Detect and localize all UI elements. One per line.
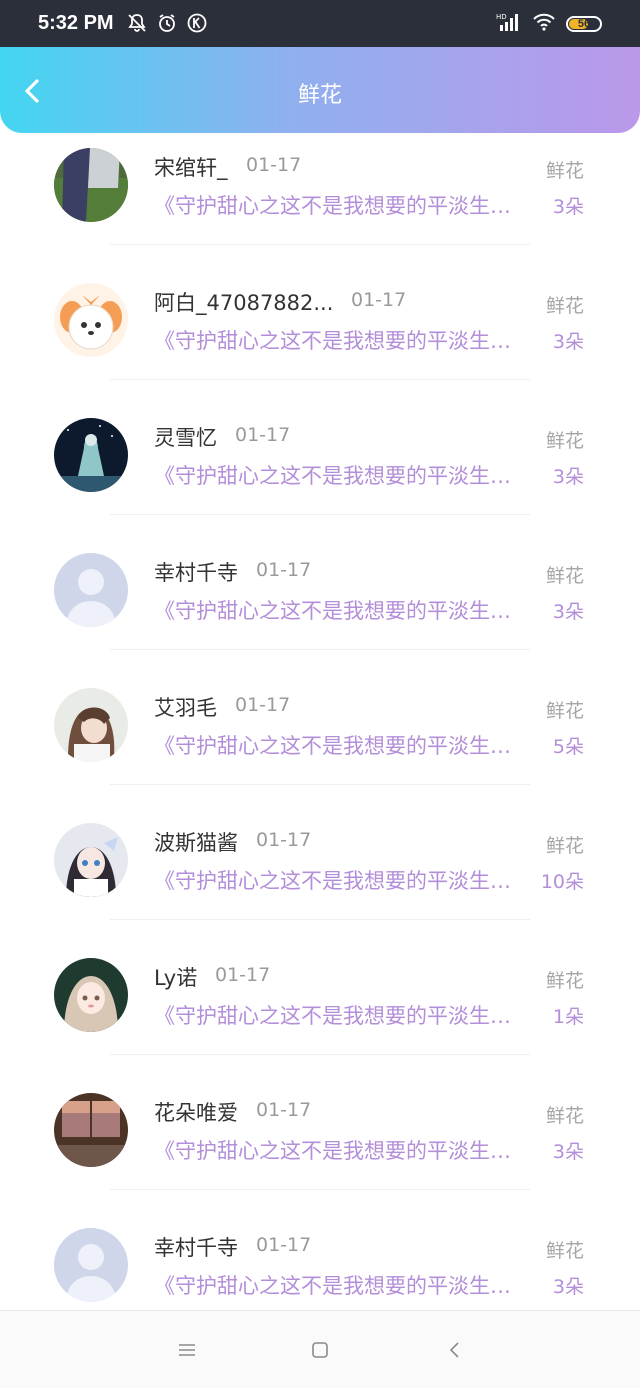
date: 01-17 [256, 1234, 312, 1256]
menu-button[interactable] [172, 1335, 202, 1365]
avatar[interactable] [54, 148, 128, 222]
username: 宋绾轩_ [154, 156, 228, 180]
home-icon [312, 1342, 328, 1358]
book-title-link[interactable]: 《守护甜心之这不是我想要的平淡生活》 [154, 1000, 529, 1030]
date: 01-17 [256, 1099, 312, 1121]
hd-signal-icon: HD [496, 12, 522, 36]
gift-count: 3朵 [552, 466, 584, 488]
list-item[interactable]: Ly诺 01-17 《守护甜心之这不是我想要的平淡生活》 鲜花 1朵 [0, 938, 640, 1073]
divider [110, 514, 530, 515]
bell-off-icon [126, 12, 148, 34]
divider [110, 919, 530, 920]
nav-back-button[interactable] [440, 1335, 470, 1365]
battery-icon: 56 [566, 16, 602, 32]
flower-list: 宋绾轩_ 01-17 《守护甜心之这不是我想要的平淡生活》 鲜花 3朵 阿白_470878… [0, 133, 640, 1310]
gift-type: 鲜花 [545, 1240, 584, 1262]
avatar[interactable] [54, 418, 128, 492]
gift-type: 鲜花 [545, 565, 584, 587]
date: 01-17 [351, 289, 407, 311]
avatar[interactable] [54, 1228, 128, 1302]
status-icons-left [126, 12, 208, 34]
gift-count: 5朵 [552, 736, 584, 758]
date: 01-17 [256, 829, 312, 851]
avatar[interactable] [54, 688, 128, 762]
date: 01-17 [235, 694, 291, 716]
username: 艾羽毛 [154, 696, 217, 720]
list-item[interactable]: 幸村千寺 01-17 《守护甜心之这不是我想要的平淡生活》 鲜花 3朵 [0, 533, 640, 668]
book-title-link[interactable]: 《守护甜心之这不是我想要的平淡生活》 [154, 730, 529, 760]
page-title: 鲜花 [297, 83, 342, 108]
date: 01-17 [246, 154, 302, 176]
book-title-link[interactable]: 《守护甜心之这不是我想要的平淡生活》 [154, 460, 529, 490]
list-item[interactable]: 灵雪忆 01-17 《守护甜心之这不是我想要的平淡生活》 鲜花 3朵 [0, 398, 640, 533]
username: 灵雪忆 [154, 426, 217, 450]
book-title-link[interactable]: 《守护甜心之这不是我想要的平淡生活》 [154, 595, 529, 625]
home-button[interactable] [305, 1335, 335, 1365]
list-item[interactable]: 幸村千寺 01-17 《守护甜心之这不是我想要的平淡生活》 鲜花 3朵 [0, 1208, 640, 1310]
gift-count: 3朵 [552, 331, 584, 353]
divider [110, 244, 530, 245]
gift-type: 鲜花 [545, 160, 584, 182]
list-item[interactable]: 艾羽毛 01-17 《守护甜心之这不是我想要的平淡生活》 鲜花 5朵 [0, 668, 640, 803]
date: 01-17 [215, 964, 271, 986]
status-time: 5:32 PM [38, 12, 114, 34]
list-item[interactable]: 宋绾轩_ 01-17 《守护甜心之这不是我想要的平淡生活》 鲜花 3朵 [0, 133, 640, 263]
gift-count: 3朵 [552, 601, 584, 623]
menu-icon [179, 1344, 195, 1356]
list-item[interactable]: 花朵唯爱 01-17 《守护甜心之这不是我想要的平淡生活》 鲜花 3朵 [0, 1073, 640, 1208]
username: 波斯猫酱 [154, 831, 238, 855]
date: 01-17 [235, 424, 291, 446]
username: 阿白_47087882... [154, 291, 334, 315]
gift-type: 鲜花 [545, 970, 584, 992]
book-title-link[interactable]: 《守护甜心之这不是我想要的平淡生活》 [154, 865, 529, 895]
status-icons-right: HD 56 [496, 12, 602, 36]
book-title-link[interactable]: 《守护甜心之这不是我想要的平淡生活》 [154, 325, 529, 355]
divider [110, 379, 530, 380]
username: 花朵唯爱 [154, 1101, 238, 1125]
username: Ly诺 [154, 966, 198, 990]
divider [110, 649, 530, 650]
status-bar: 5:32 PM HD 56 [0, 0, 640, 47]
header: 鲜花 [0, 47, 640, 133]
gift-count: 3朵 [552, 1276, 584, 1298]
gift-type: 鲜花 [545, 835, 584, 857]
svg-text:HD: HD [496, 13, 507, 21]
username: 幸村千寺 [154, 1236, 238, 1260]
username: 幸村千寺 [154, 561, 238, 585]
avatar[interactable] [54, 823, 128, 897]
avatar[interactable] [54, 553, 128, 627]
gift-type: 鲜花 [545, 295, 584, 317]
date: 01-17 [256, 559, 312, 581]
divider [110, 1189, 530, 1190]
book-title-link[interactable]: 《守护甜心之这不是我想要的平淡生活》 [154, 1135, 529, 1165]
avatar[interactable] [54, 1093, 128, 1167]
wifi-icon [532, 12, 556, 36]
avatar[interactable] [54, 958, 128, 1032]
list-item[interactable]: 波斯猫酱 01-17 《守护甜心之这不是我想要的平淡生活》 鲜花 10朵 [0, 803, 640, 938]
gift-count: 10朵 [540, 871, 584, 893]
list-item[interactable]: 阿白_47087882... 01-17 《守护甜心之这不是我想要的平淡生活》 鲜花 3… [0, 263, 640, 398]
gift-type: 鲜花 [545, 700, 584, 722]
divider [110, 1054, 530, 1055]
gift-count: 1朵 [552, 1006, 584, 1028]
book-title-link[interactable]: 《守护甜心之这不是我想要的平淡生活》 [154, 1270, 529, 1300]
battery-level: 56 [577, 18, 591, 30]
back-icon [449, 1342, 459, 1358]
k-badge-icon [186, 12, 208, 34]
gift-type: 鲜花 [545, 1105, 584, 1127]
book-title-link[interactable]: 《守护甜心之这不是我想要的平淡生活》 [154, 190, 529, 220]
divider [110, 784, 530, 785]
gift-count: 3朵 [552, 1141, 584, 1163]
system-nav-bar [0, 1310, 640, 1388]
gift-type: 鲜花 [545, 430, 584, 452]
gift-count: 3朵 [552, 196, 584, 218]
alarm-icon [156, 12, 178, 34]
avatar[interactable] [54, 283, 128, 357]
